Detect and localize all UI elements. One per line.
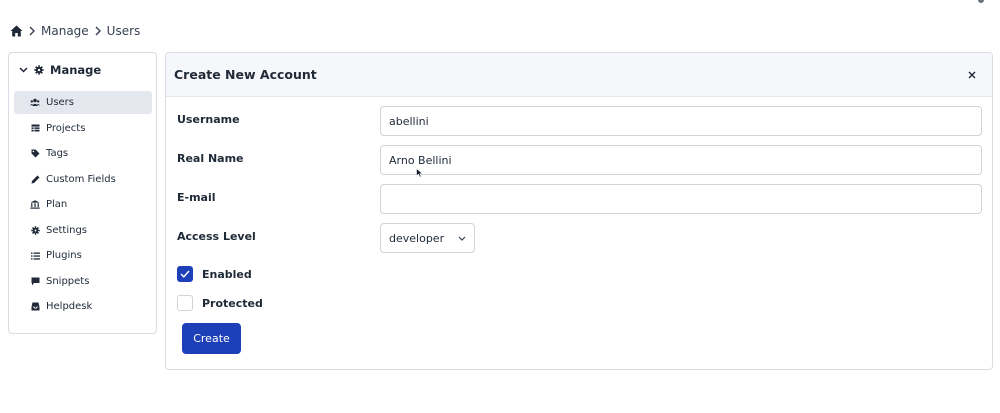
sidebar-item-plan[interactable]: Plan [14,193,152,216]
breadcrumb-users: Users [106,24,141,38]
sidebar-heading-label: Manage [50,63,102,77]
create-button[interactable]: Create [182,323,241,354]
chevron-down-icon [19,67,28,73]
sidebar: Manage Users Projects Tags Custom Fields [8,52,157,334]
sidebar-item-label: Settings [46,224,88,236]
sidebar-item-label: Custom Fields [46,173,116,185]
sidebar-item-settings[interactable]: Settings [14,219,152,242]
tag-icon [30,149,40,159]
protected-label: Protected [202,296,263,310]
close-icon[interactable] [964,67,980,83]
enabled-label: Enabled [202,267,252,281]
top-menu-icon[interactable] [978,0,984,3]
sidebar-item-label: Projects [46,122,86,134]
chevron-right-icon [95,26,101,36]
sidebar-item-projects[interactable]: Projects [14,117,152,140]
table-icon [30,123,40,133]
email-label: E-mail [177,191,216,204]
breadcrumb-manage[interactable]: Manage [41,24,89,38]
sidebar-item-plugins[interactable]: Plugins [14,244,152,267]
email-input[interactable] [380,184,982,214]
sidebar-item-label: Users [46,97,75,108]
create-account-panel: Create New Account Username abellini Rea… [165,52,993,370]
real-name-input[interactable]: Arno Bellini [380,145,982,175]
top-bar [0,0,1000,6]
inbox-icon [30,302,40,312]
username-input[interactable]: abellini [380,106,982,136]
access-level-select[interactable]: developer [380,223,475,253]
sidebar-heading[interactable]: Manage [19,63,101,77]
enabled-checkbox[interactable] [177,266,193,282]
users-icon [30,98,40,108]
sidebar-item-label: Helpdesk [46,301,93,312]
chevron-right-icon [29,26,35,36]
sidebar-item-custom-fields[interactable]: Custom Fields [14,168,152,191]
sidebar-item-tags[interactable]: Tags [14,142,152,165]
username-label: Username [177,113,240,126]
sidebar-nav: Users Projects Tags Custom Fields Plan S… [14,91,152,321]
enabled-row: Enabled [177,266,252,282]
breadcrumb: Manage Users [10,22,140,40]
username-value: abellini [389,114,429,128]
check-icon [180,270,190,278]
mouse-pointer-icon [416,168,424,178]
home-icon[interactable] [10,25,23,37]
real-name-label: Real Name [177,152,244,165]
panel-header: Create New Account [166,53,992,97]
sidebar-item-helpdesk[interactable]: Helpdesk [14,295,152,318]
panel-title: Create New Account [174,67,317,82]
sidebar-item-snippets[interactable]: Snippets [14,270,152,293]
gear-icon [30,225,40,235]
gear-icon [34,65,44,75]
sidebar-item-users[interactable]: Users [14,91,152,114]
access-level-label: Access Level [177,230,256,243]
protected-checkbox[interactable] [177,295,193,311]
pencil-icon [30,174,40,184]
sidebar-item-label: Snippets [46,275,90,287]
protected-row: Protected [177,295,263,311]
chevron-down-icon [458,236,466,241]
create-button-label: Create [193,332,230,345]
comment-icon [30,276,40,286]
sidebar-item-label: Plan [46,199,68,210]
sidebar-item-label: Plugins [46,250,82,261]
sidebar-item-label: Tags [46,148,69,159]
access-level-value: developer [389,231,445,245]
bank-icon [30,200,40,210]
real-name-value: Arno Bellini [389,153,452,167]
list-icon [30,251,40,261]
